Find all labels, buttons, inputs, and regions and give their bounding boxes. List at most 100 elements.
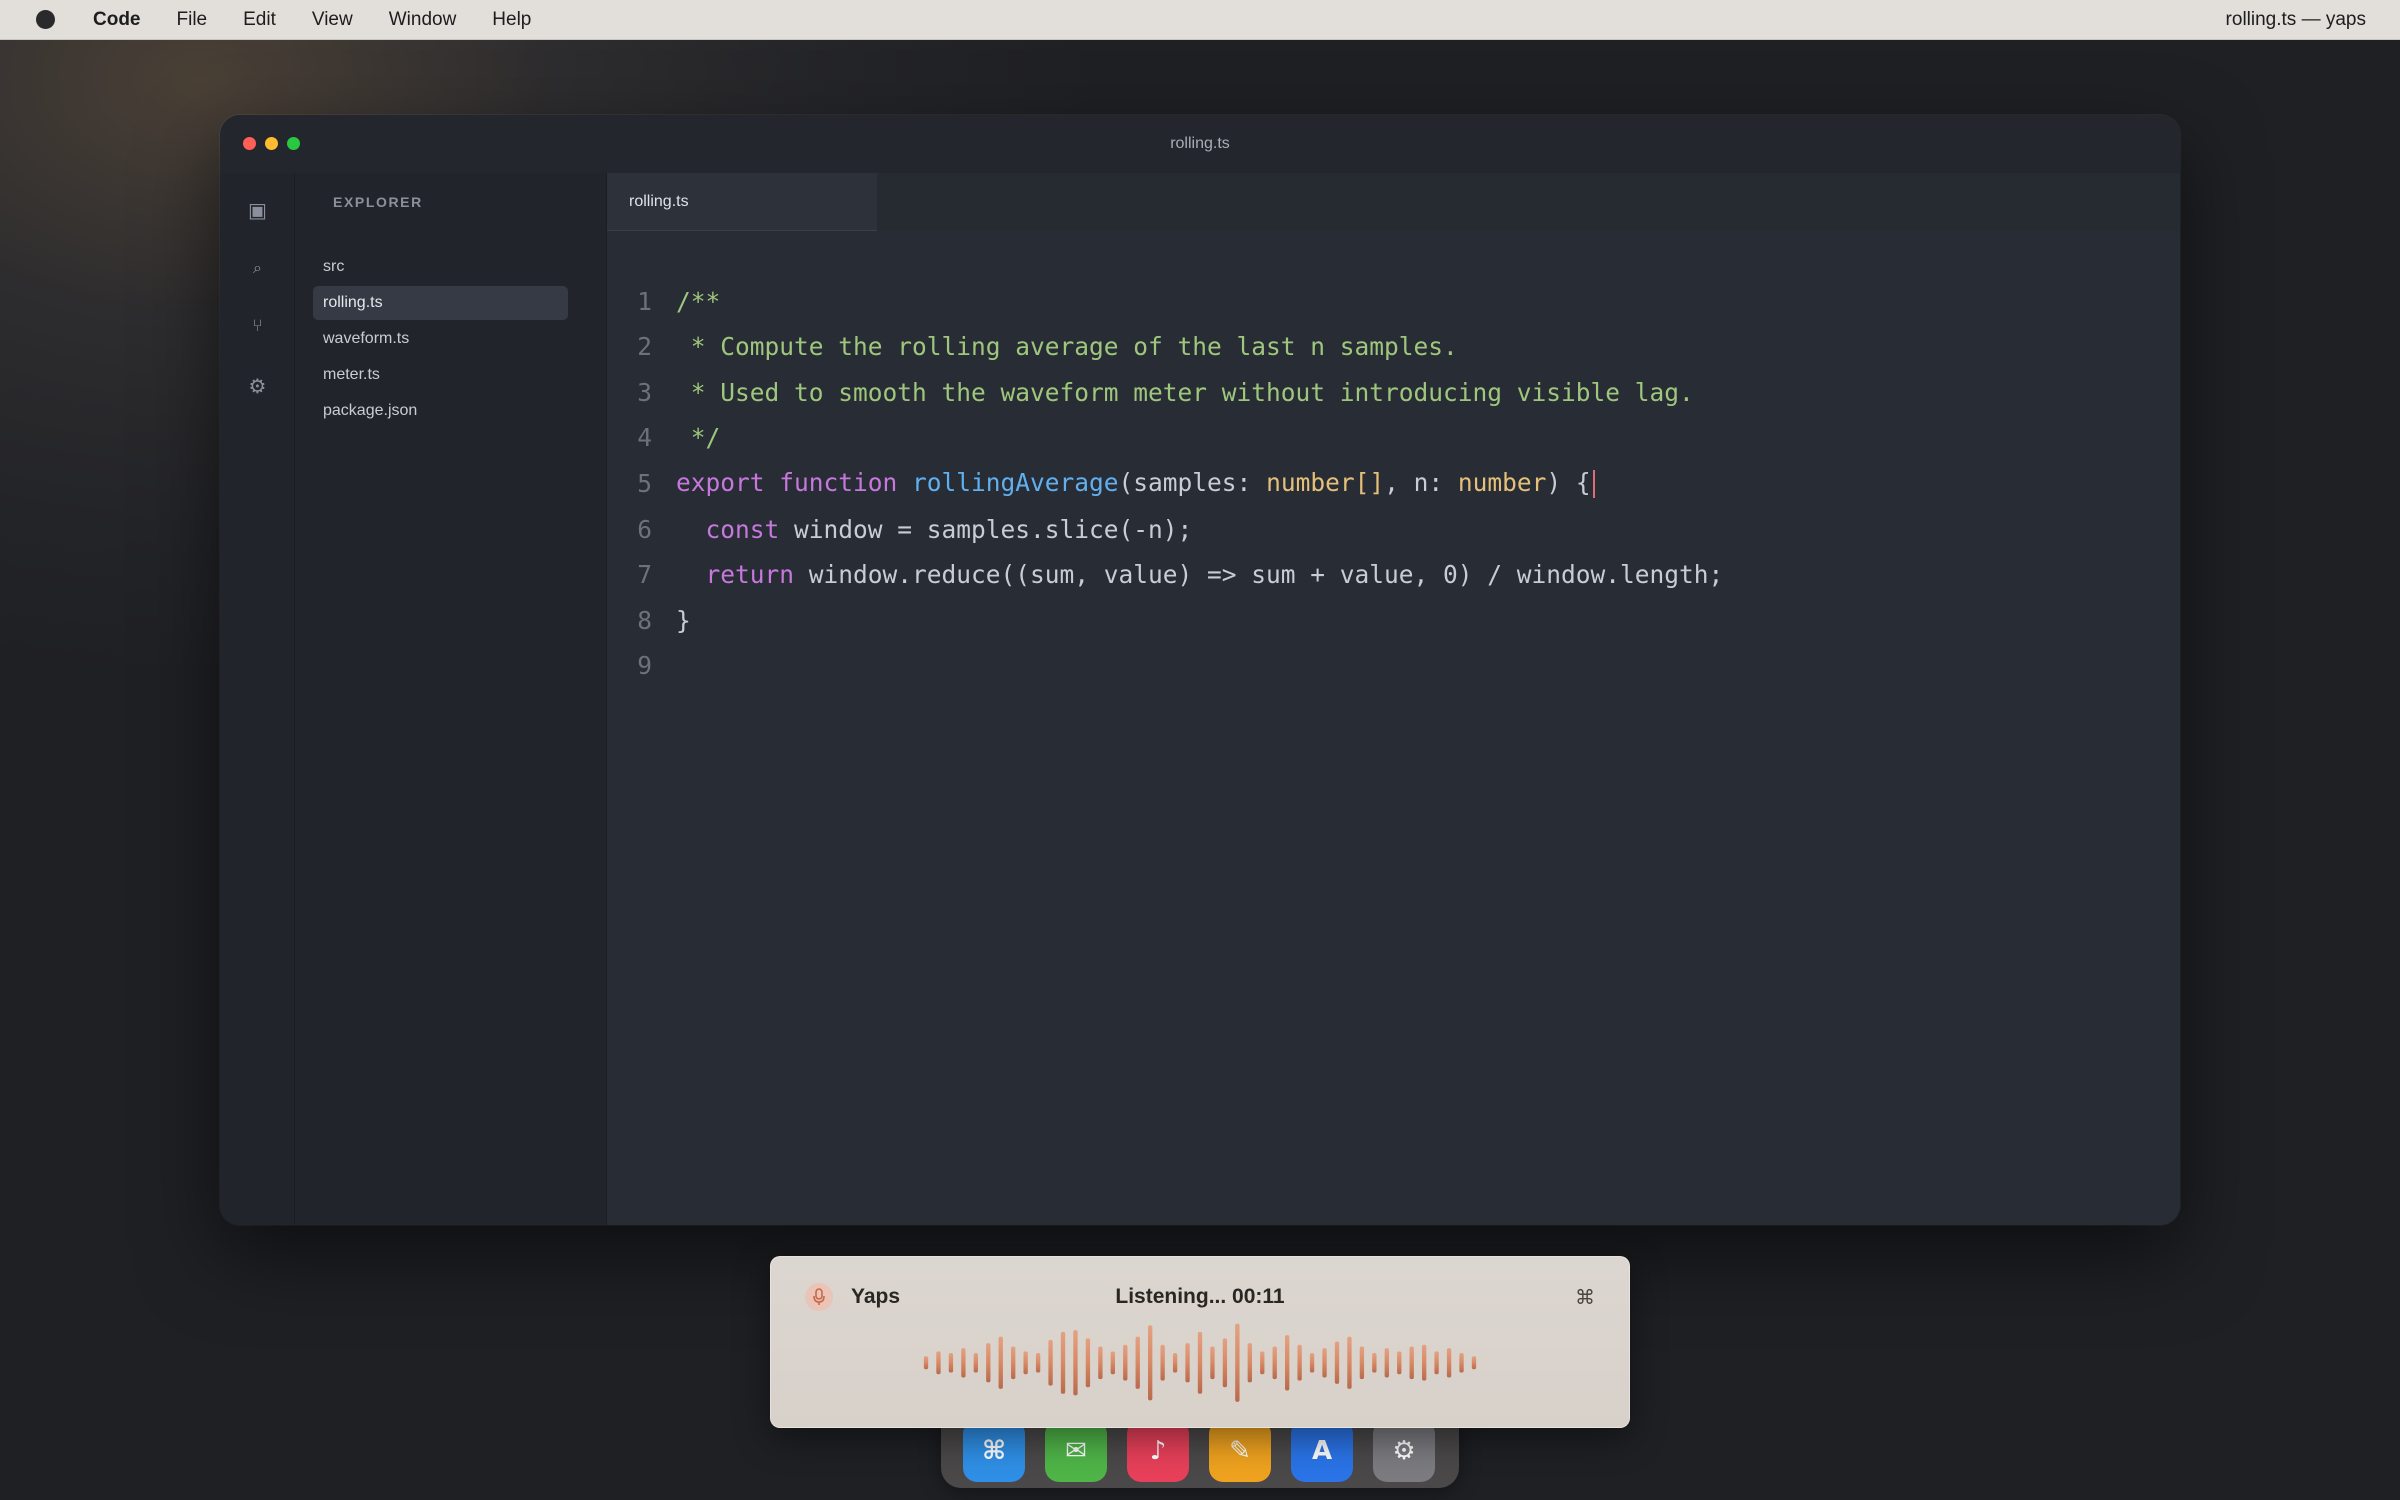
file-item-meter-ts[interactable]: meter.ts bbox=[313, 358, 568, 392]
menu-window[interactable]: Window bbox=[389, 9, 457, 31]
code-text: * Used to smooth the waveform meter with… bbox=[676, 377, 1694, 407]
waveform-bar bbox=[1235, 1323, 1240, 1402]
waveform-bar bbox=[1384, 1348, 1389, 1378]
file-item-rolling-ts[interactable]: rolling.ts bbox=[313, 286, 568, 320]
line-number: 3 bbox=[637, 377, 652, 407]
line-number: 7 bbox=[637, 560, 652, 590]
command-shortcut-icon[interactable]: ⌘ bbox=[1575, 1283, 1595, 1311]
menu-edit[interactable]: Edit bbox=[243, 9, 276, 31]
file-item-src[interactable]: src bbox=[313, 250, 568, 284]
waveform-bar bbox=[1359, 1346, 1365, 1380]
yaps-panel: Yaps Listening... 00:11 ⌘ bbox=[770, 1256, 1630, 1428]
line-number: 2 bbox=[637, 332, 652, 362]
code-text: /** bbox=[676, 286, 721, 316]
waveform-bar bbox=[1347, 1336, 1352, 1389]
menu-bar: Code File Edit View Window Help rolling.… bbox=[0, 0, 2400, 40]
code-line[interactable]: 3 * Used to smooth the waveform meter wi… bbox=[607, 369, 1694, 415]
text-cursor bbox=[1592, 470, 1595, 499]
command-icon[interactable]: ⌘ bbox=[963, 1420, 1025, 1482]
waveform-bar bbox=[1309, 1352, 1315, 1373]
waveform-bar bbox=[973, 1352, 979, 1373]
line-number: 8 bbox=[637, 605, 652, 635]
search-icon[interactable]: ⌕ bbox=[220, 258, 295, 278]
waveform-bar bbox=[1372, 1352, 1377, 1373]
waveform-bar bbox=[1023, 1351, 1028, 1375]
window-title: rolling.ts bbox=[1170, 135, 1230, 152]
tab-rolling-ts[interactable]: rolling.ts bbox=[607, 173, 877, 231]
window-controls bbox=[243, 137, 300, 150]
music-icon[interactable]: ♪ bbox=[1127, 1420, 1189, 1482]
waveform-bar bbox=[1210, 1346, 1215, 1380]
code-line[interactable]: 7 return window.reduce((sum, value) => s… bbox=[607, 552, 1723, 598]
code-line[interactable]: 6 const window = samples.slice(-n); bbox=[607, 506, 1192, 552]
waveform-bar bbox=[1397, 1351, 1402, 1375]
menu-file[interactable]: File bbox=[177, 9, 208, 31]
line-number: 1 bbox=[637, 286, 652, 316]
tab-bar: rolling.ts bbox=[607, 173, 2180, 231]
waveform-bar bbox=[986, 1343, 991, 1383]
waveform-bar bbox=[1197, 1331, 1203, 1394]
waveform-bar bbox=[1098, 1346, 1103, 1380]
waveform-bar bbox=[998, 1336, 1003, 1389]
code-line[interactable]: 9 bbox=[607, 643, 652, 689]
pencil-icon[interactable]: ✎ bbox=[1209, 1420, 1271, 1482]
menu-app-name[interactable]: Code bbox=[93, 9, 141, 31]
waveform-bar bbox=[1135, 1336, 1140, 1389]
editor-window: rolling.ts ▣ ⌕ ⑂ ⚙ EXPLORER src rolling.… bbox=[220, 115, 2180, 1225]
waveform-bar bbox=[1272, 1346, 1277, 1380]
waveform-bar bbox=[1421, 1344, 1427, 1381]
code-line[interactable]: 1 /** bbox=[607, 278, 720, 324]
menu-view[interactable]: View bbox=[312, 9, 353, 31]
waveform-bar bbox=[1446, 1348, 1452, 1378]
waveform-bar bbox=[1035, 1352, 1041, 1373]
waveform-bar bbox=[1260, 1351, 1265, 1375]
settings-icon[interactable]: ⚙ bbox=[1373, 1420, 1435, 1482]
close-button[interactable] bbox=[243, 137, 256, 150]
waveform-bar bbox=[923, 1356, 929, 1370]
minimize-button[interactable] bbox=[265, 137, 278, 150]
waveform-bar bbox=[1048, 1339, 1053, 1386]
code-line[interactable]: 2 * Compute the rolling average of the l… bbox=[607, 324, 1458, 370]
waveform-bar bbox=[1471, 1356, 1477, 1370]
menu-help[interactable]: Help bbox=[492, 9, 531, 31]
line-number: 6 bbox=[637, 514, 652, 544]
code-line[interactable]: 8} bbox=[607, 597, 691, 643]
waveform-bar bbox=[1110, 1351, 1115, 1375]
waveform-bar bbox=[1073, 1330, 1078, 1396]
code-text: * Compute the rolling average of the las… bbox=[676, 332, 1458, 362]
file-item-waveform-ts[interactable]: waveform.ts bbox=[313, 322, 568, 356]
explorer-title: EXPLORER bbox=[333, 194, 423, 210]
code-line[interactable]: 5 export function rollingAverage(samples:… bbox=[607, 460, 1595, 506]
waveform-bar bbox=[1434, 1351, 1439, 1375]
files-icon[interactable]: ▣ bbox=[220, 198, 295, 222]
code-text: } bbox=[676, 605, 691, 635]
waveform-bar bbox=[1160, 1344, 1165, 1381]
mail-icon[interactable]: ✉ bbox=[1045, 1420, 1107, 1482]
code-text: const window = samples.slice(-n); bbox=[705, 514, 1193, 544]
code-text: */ bbox=[676, 423, 721, 453]
waveform-bar bbox=[1172, 1352, 1178, 1373]
waveform-bar bbox=[1409, 1346, 1414, 1380]
code-line[interactable]: 4 */ bbox=[607, 415, 720, 461]
zoom-button[interactable] bbox=[287, 137, 300, 150]
code-editor[interactable]: 1 /** 2 * Compute the rolling average of t… bbox=[607, 231, 2180, 1225]
waveform-bar bbox=[1285, 1335, 1290, 1391]
file-item-package-json[interactable]: package.json bbox=[313, 394, 568, 428]
source-control-icon[interactable]: ⑂ bbox=[220, 316, 295, 336]
menubar-window-title: rolling.ts — yaps bbox=[2225, 9, 2366, 30]
waveform-bar bbox=[1322, 1348, 1327, 1378]
waveform-bar bbox=[1247, 1343, 1252, 1383]
app-store-icon[interactable]: A bbox=[1291, 1420, 1353, 1482]
title-bar: rolling.ts bbox=[220, 115, 2180, 173]
waveform-bar bbox=[961, 1348, 966, 1378]
waveform-bar bbox=[1185, 1343, 1190, 1383]
gear-icon[interactable]: ⚙ bbox=[220, 374, 295, 398]
listening-status: Listening... 00:11 bbox=[1115, 1285, 1285, 1308]
waveform-bar bbox=[1297, 1344, 1302, 1381]
explorer-sidebar: EXPLORER src rolling.ts waveform.ts mete… bbox=[295, 173, 607, 1225]
waveform-bar bbox=[948, 1352, 954, 1373]
waveform-bar bbox=[936, 1351, 941, 1375]
line-number: 4 bbox=[637, 423, 652, 453]
waveform-bar bbox=[1222, 1338, 1228, 1388]
apple-menu-icon[interactable] bbox=[36, 10, 55, 29]
